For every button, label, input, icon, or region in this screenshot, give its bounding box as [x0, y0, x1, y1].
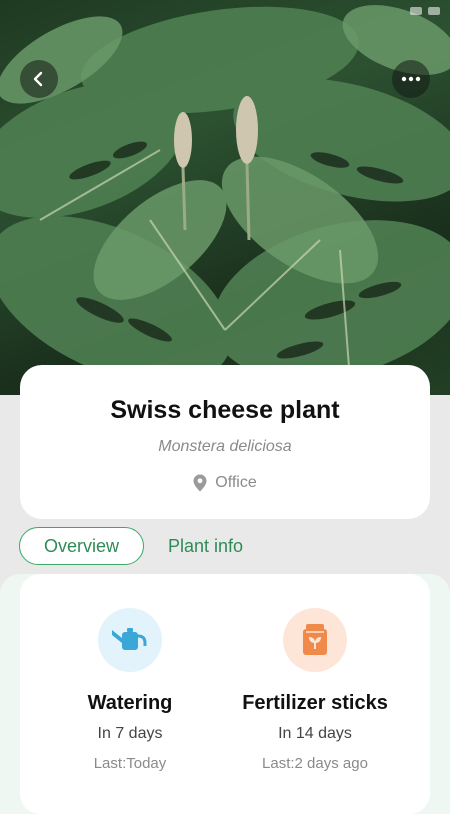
location-label: Office: [215, 474, 257, 491]
more-options-button[interactable]: [392, 60, 430, 98]
fertilizer-bag-icon: [283, 608, 347, 672]
fertilizer-item[interactable]: Fertilizer sticks In 14 days Last:2 days…: [215, 608, 415, 774]
watering-title: Watering: [87, 692, 173, 714]
back-button[interactable]: [20, 60, 58, 98]
location-pin-icon: [193, 474, 207, 492]
plant-name: Swiss cheese plant: [110, 396, 340, 424]
signal-icon: [410, 7, 422, 15]
fertilizer-title: Fertilizer sticks: [242, 692, 388, 714]
fertilizer-last: Last:2 days ago: [262, 755, 368, 772]
plant-info-card: Swiss cheese plant Monstera deliciosa Of…: [20, 365, 430, 519]
fertilizer-due: In 14 days: [278, 725, 352, 742]
chevron-left-icon: [33, 71, 43, 87]
watering-can-icon: [98, 608, 162, 672]
tab-bar: Overview Plant info: [19, 527, 243, 565]
watering-due: In 7 days: [97, 725, 163, 742]
plant-location: Office: [20, 473, 430, 493]
monstera-leaves-image: [0, 5, 450, 384]
tab-plant-info[interactable]: Plant info: [168, 527, 243, 565]
tab-overview[interactable]: Overview: [19, 527, 145, 565]
watering-last: Last:Today: [93, 755, 167, 772]
status-bar: [410, 2, 440, 20]
care-schedule-card: Watering In 7 days Last:Today Fertilizer…: [20, 574, 430, 814]
plant-photo: [0, 0, 450, 395]
watering-item[interactable]: Watering In 7 days Last:Today: [30, 608, 230, 774]
more-horizontal-icon: [401, 76, 421, 82]
battery-icon: [428, 7, 440, 15]
plant-latin-name: Monstera deliciosa: [158, 438, 292, 455]
care-panel: Watering In 7 days Last:Today Fertilizer…: [0, 574, 450, 814]
